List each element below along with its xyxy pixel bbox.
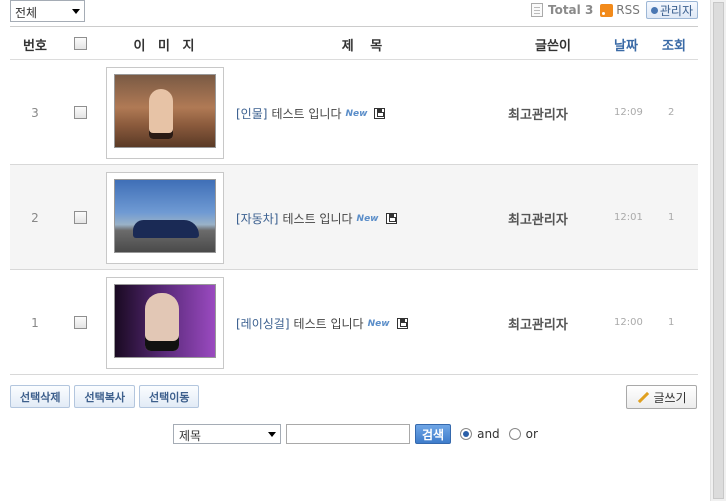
column-header-writer: 글쓴이 (535, 39, 571, 54)
thumbnail-image[interactable] (114, 74, 216, 148)
post-category[interactable]: [자동차] (236, 210, 278, 227)
new-icon: New (367, 318, 390, 329)
post-thumbnail[interactable] (106, 172, 224, 264)
admin-pin-icon (650, 6, 658, 14)
post-title[interactable]: 테스트 입니다 (294, 315, 364, 332)
move-selected-button[interactable]: 선택이동 (138, 385, 200, 408)
table-row: 3 [인물] 테스트 입니다 New 최고관리자 12:09 2 (10, 60, 698, 165)
admin-button-label: 관리자 (659, 3, 693, 18)
post-views: 1 (668, 317, 675, 328)
board-meta: Total 3 RSS 관리자 (530, 0, 698, 20)
file-icon (374, 108, 386, 119)
post-number: 1 (31, 316, 39, 330)
thumbnail-image[interactable] (114, 179, 216, 253)
rss-link[interactable]: RSS (616, 3, 640, 17)
new-icon: New (356, 213, 379, 224)
column-header-date[interactable]: 날짜 (606, 35, 646, 54)
file-icon (396, 318, 408, 329)
new-icon: New (345, 108, 368, 119)
thumbnail-image[interactable] (114, 284, 216, 358)
table-row: 1 [레이싱걸] 테스트 입니다 New 최고관리자 12:00 1 (10, 270, 698, 375)
file-icon (385, 213, 397, 224)
post-writer[interactable]: 최고관리자 (508, 209, 568, 228)
chevron-down-icon (72, 9, 80, 14)
post-writer[interactable]: 최고관리자 (508, 104, 568, 123)
post-views: 1 (668, 212, 675, 223)
search-input[interactable] (286, 424, 410, 444)
select-all-checkbox[interactable] (74, 37, 87, 54)
write-button[interactable]: 글쓰기 (626, 385, 697, 409)
search-button[interactable]: 검색 (415, 424, 452, 444)
post-date: 12:00 (614, 317, 643, 328)
post-date: 12:01 (614, 212, 643, 223)
board-toolbar: 전체 Total 3 RSS 관리자 (10, 0, 698, 24)
post-views: 2 (668, 107, 675, 118)
table-row: 2 [자동차] 테스트 입니다 New 최고관리자 12:01 1 (10, 165, 698, 270)
total-count: Total 3 (547, 3, 594, 17)
post-title[interactable]: 테스트 입니다 (282, 210, 352, 227)
post-title-link[interactable]: [인물] 테스트 입니다 New (236, 105, 386, 122)
post-number: 3 (31, 106, 39, 120)
table-header: 번호 이 미 지 제 목 글쓴이 날짜 조회 (10, 26, 698, 60)
pencil-icon (636, 391, 648, 403)
copy-selected-button[interactable]: 선택복사 (74, 385, 135, 408)
vertical-scrollbar[interactable] (710, 0, 726, 501)
radio-or-label[interactable]: or (526, 427, 538, 441)
scrollbar-thumb[interactable] (713, 2, 724, 499)
row-checkbox[interactable] (74, 316, 87, 332)
checkbox[interactable] (74, 37, 87, 50)
post-title-link[interactable]: [레이싱걸] 테스트 입니다 New (236, 315, 408, 332)
column-header-views[interactable]: 조회 (654, 35, 694, 54)
column-header-image: 이 미 지 (133, 39, 199, 54)
admin-button[interactable]: 관리자 (645, 1, 698, 19)
post-category[interactable]: [인물] (236, 105, 267, 122)
radio-and[interactable] (460, 428, 473, 440)
post-writer[interactable]: 최고관리자 (508, 314, 568, 333)
post-title-link[interactable]: [자동차] 테스트 입니다 New (236, 210, 397, 227)
category-select[interactable]: 전체 (10, 0, 85, 22)
row-checkbox[interactable] (74, 211, 87, 227)
post-thumbnail[interactable] (106, 67, 224, 159)
write-button-label: 글쓰기 (653, 390, 687, 405)
post-date: 12:09 (614, 107, 643, 118)
radio-and-label[interactable]: and (477, 427, 500, 441)
category-select-value: 전체 (15, 6, 38, 20)
search-bar: 제목 검색 and or (173, 424, 538, 444)
document-icon (530, 3, 543, 17)
search-field-select[interactable]: 제목 (173, 424, 281, 444)
checkbox[interactable] (74, 106, 87, 119)
radio-or[interactable] (508, 428, 521, 440)
row-checkbox[interactable] (74, 106, 87, 122)
column-header-title: 제 목 (341, 39, 389, 54)
chevron-down-icon (268, 432, 276, 437)
post-number: 2 (31, 211, 39, 225)
post-thumbnail[interactable] (106, 277, 224, 369)
checkbox[interactable] (74, 211, 87, 224)
post-title[interactable]: 테스트 입니다 (271, 105, 341, 122)
checkbox[interactable] (74, 316, 87, 329)
delete-selected-button[interactable]: 선택삭제 (10, 385, 71, 408)
bulk-actions: 선택삭제 선택복사 선택이동 (10, 385, 200, 408)
post-category[interactable]: [레이싱걸] (236, 315, 290, 332)
search-field-value: 제목 (179, 429, 202, 443)
rss-icon[interactable] (600, 3, 614, 17)
column-header-no: 번호 (23, 39, 47, 54)
